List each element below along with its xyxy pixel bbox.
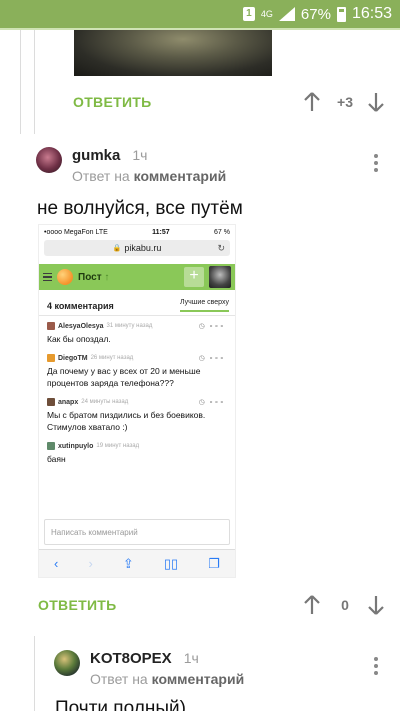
clock-icon: ◷ ∘∘∘ <box>198 399 225 406</box>
comment-author[interactable]: gumka <box>72 147 120 164</box>
comment-time: 26 минут назад <box>90 355 134 361</box>
avatar <box>47 322 55 330</box>
comments-count: 4 комментария <box>47 300 114 311</box>
comment-text: Как бы опоздал. <box>47 334 111 344</box>
pikabu-header: Пост ↑ + <box>39 264 235 290</box>
vote-controls: +3 <box>302 91 386 113</box>
reply-to-info[interactable]: Ответ на комментарий <box>90 671 244 687</box>
reload-icon: ↻ <box>217 242 225 253</box>
comment-header: KOT8OPEX 1ч Ответ на комментарий <box>54 650 244 687</box>
downvote-arrow-icon[interactable] <box>366 594 386 616</box>
comment-text: баян <box>47 454 66 464</box>
upvote-arrow-icon[interactable] <box>302 91 322 113</box>
clock-icon: ◷ ∘∘∘ <box>198 323 225 330</box>
network-type-icon: 4G <box>260 8 273 19</box>
ios-status-bar: •oooo MegaFon LTE 11:57 67 % <box>39 225 235 239</box>
upvote-arrow-icon[interactable] <box>302 594 322 616</box>
tabs-icon: ❐ <box>208 555 220 571</box>
comment-header: gumka 1ч Ответ на комментарий <box>36 147 226 184</box>
reply-to-link[interactable]: комментарий <box>134 168 227 184</box>
battery-percent: 67% <box>300 5 331 23</box>
comment-menu-icon[interactable] <box>374 657 378 675</box>
comment-time: 24 минуты назад <box>81 399 129 405</box>
post-title: Пост ↑ <box>78 272 179 283</box>
reply-to-prefix: Ответ на <box>90 671 148 687</box>
comment-score: 0 <box>341 597 349 613</box>
comments-screen: 1 4G 67% 16:53 ОТВЕТИТЬ +3 gumka 1ч Отве… <box>0 0 400 711</box>
clock-icon: ◷ ∘∘∘ <box>198 355 225 362</box>
sort-tab: Лучшие сверху <box>179 299 229 312</box>
comment-text: Почти полный) <box>55 698 186 711</box>
comment-text: Мы с братом пиздились и без боевиков. Ст… <box>47 410 206 432</box>
ios-clock: 11:57 <box>152 228 170 236</box>
user-avatar[interactable] <box>54 650 80 676</box>
post-title-label: Пост <box>78 271 102 283</box>
reply-to-info[interactable]: Ответ на комментарий <box>72 168 226 184</box>
thread-line <box>34 636 35 711</box>
comment-author[interactable]: KOT8OPEX <box>90 650 172 667</box>
downvote-arrow-icon[interactable] <box>366 91 386 113</box>
avatar <box>47 442 55 450</box>
comment-time: 31 минуту назад <box>106 323 153 329</box>
comment-author: DiegoTM <box>58 354 88 362</box>
ios-battery: 67 % <box>214 228 230 236</box>
comment-text: Да почему у вас у всех от 20 и меньше пр… <box>47 366 201 388</box>
list-item: AlesyaOlesya 31 минуту назад ◷ ∘∘∘ Как б… <box>39 316 235 345</box>
pikabu-logo <box>57 269 73 285</box>
comment-time: 19 минут назад <box>96 443 140 449</box>
forward-icon: › <box>88 556 93 571</box>
arrow-up-icon: ↑ <box>104 271 110 283</box>
sim-icon: 1 <box>242 7 255 21</box>
avatar <box>47 398 55 406</box>
bookmarks-icon: ▯▯ <box>163 555 179 571</box>
add-icon: + <box>184 267 204 287</box>
reply-button[interactable]: ОТВЕТИТЬ <box>73 94 152 110</box>
comment-score: +3 <box>337 94 353 110</box>
previous-comment-image[interactable] <box>74 30 272 76</box>
user-avatar[interactable] <box>36 147 62 173</box>
address-url: pikabu.ru <box>124 243 162 253</box>
reply-button[interactable]: ОТВЕТИТЬ <box>38 597 117 613</box>
reply-to-link[interactable]: комментарий <box>152 671 245 687</box>
back-icon: ‹ <box>54 556 59 571</box>
comment-menu-icon[interactable] <box>374 154 378 172</box>
browser-toolbar: ‹ › ⇪ ▯▯ ❐ <box>39 549 235 577</box>
comment-author: AlesyaOlesya <box>58 322 104 330</box>
comment-author: anapx <box>58 398 79 406</box>
share-icon: ⇪ <box>122 555 134 571</box>
menu-icon <box>43 272 52 282</box>
list-item: xutinpuylo 19 минут назад баян <box>39 433 235 465</box>
list-item: DiegoTM 26 минут назад ◷ ∘∘∘ Да почему у… <box>39 345 235 389</box>
status-bar: 1 4G 67% 16:53 <box>0 0 400 28</box>
comment-time: 1ч <box>132 147 148 163</box>
avatar <box>209 266 231 288</box>
signal-icon <box>278 7 295 21</box>
comment-time: 1ч <box>183 650 199 666</box>
comment-author: xutinpuylo <box>58 442 94 450</box>
comment-actions: ОТВЕТИТЬ <box>38 597 117 613</box>
address-bar: 🔒 pikabu.ru ↻ <box>44 240 230 256</box>
reply-to-prefix: Ответ на <box>72 168 130 184</box>
comment-attached-screenshot[interactable]: •oooo MegaFon LTE 11:57 67 % 🔒 pikabu.ru… <box>38 224 236 578</box>
vote-controls: 0 <box>302 594 386 616</box>
ios-carrier: •oooo MegaFon LTE <box>44 228 108 236</box>
avatar <box>47 354 55 362</box>
comment-text: не волнуйся, все путём <box>37 198 243 219</box>
list-item: anapx 24 минуты назад ◷ ∘∘∘ Мы с братом … <box>39 389 235 433</box>
clock: 16:53 <box>351 5 392 22</box>
thread-line <box>20 30 21 134</box>
previous-comment-actions: ОТВЕТИТЬ <box>73 94 152 110</box>
compose-field: Написать комментарий <box>44 519 230 545</box>
battery-icon <box>336 6 346 22</box>
thread-line <box>34 30 35 134</box>
lock-icon: 🔒 <box>112 245 122 252</box>
comments-tabs: 4 комментария Лучшие сверху <box>39 290 235 316</box>
